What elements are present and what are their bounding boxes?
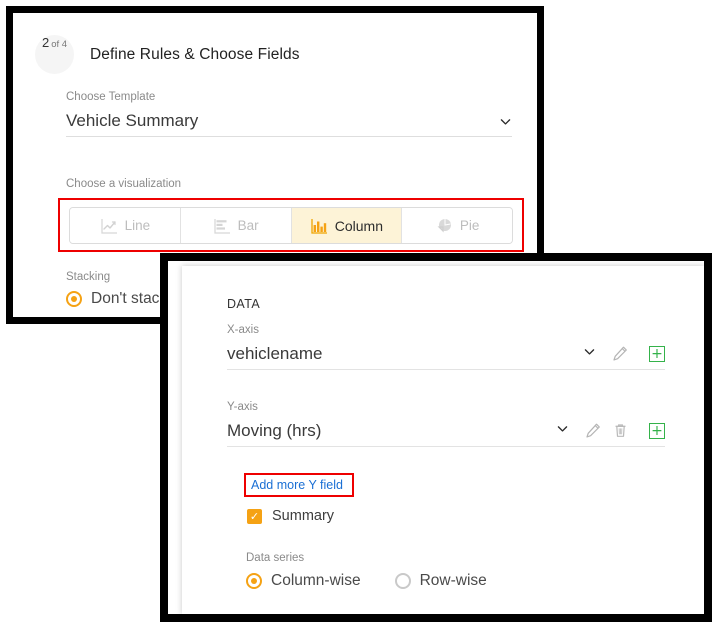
viz-option-pie[interactable]: Pie (402, 208, 512, 243)
add-more-y-field-highlight: Add more Y field (244, 473, 354, 497)
chevron-down-icon (499, 115, 512, 128)
viz-option-bar-label: Bar (237, 218, 259, 233)
stacking-group: Stacking Don't stack (66, 271, 167, 308)
step-badge: 2 of 4 (35, 35, 74, 74)
data-series-option-row-wise[interactable]: Row-wise (394, 572, 487, 590)
step-number: 2 (41, 35, 50, 50)
pencil-edit-icon[interactable] (585, 422, 602, 439)
radio-icon-dont-stack[interactable] (66, 291, 82, 307)
stacking-option-dont-stack[interactable]: Don't stack (66, 290, 167, 308)
viz-option-column-label: Column (334, 217, 383, 234)
plus-add-icon[interactable]: + (649, 423, 665, 439)
plus-add-icon[interactable]: + (649, 346, 665, 362)
data-panel-card: DATA X-axis vehiclename + Y-axis Moving … (182, 266, 704, 614)
step-total: of 4 (51, 39, 68, 50)
viz-option-column[interactable]: Column (291, 208, 403, 243)
choose-visualization-group: Choose a visualization (66, 178, 516, 190)
viz-option-bar[interactable]: Bar (180, 208, 292, 243)
page-title: Define Rules & Choose Fields (90, 45, 300, 63)
choose-visualization-label: Choose a visualization (66, 178, 182, 190)
chevron-down-icon[interactable] (583, 345, 596, 362)
data-series-radio-group: Column-wise Row-wise (246, 572, 487, 590)
data-series-option-column-wise[interactable]: Column-wise (246, 572, 361, 590)
y-axis-group: Y-axis Moving (hrs) + (227, 401, 665, 447)
data-panel: DATA X-axis vehiclename + Y-axis Moving … (160, 253, 712, 622)
data-series-label: Data series (246, 552, 305, 564)
choose-template-label: Choose Template (66, 91, 156, 103)
add-more-y-field-link[interactable]: Add more Y field (251, 478, 343, 492)
line-chart-icon (100, 217, 118, 235)
choose-template-group: Choose Template Vehicle Summary (66, 91, 512, 137)
x-axis-row[interactable]: vehiclename + (227, 344, 665, 370)
pie-chart-icon (435, 217, 453, 235)
data-section-heading: DATA (227, 297, 261, 311)
stacking-label: Stacking (66, 271, 111, 283)
x-axis-value: vehiclename (227, 344, 323, 363)
y-axis-row[interactable]: Moving (hrs) + (227, 421, 665, 447)
visualization-toggle-group[interactable]: Line Bar Column Pie (69, 207, 513, 244)
data-series-group: Data series Column-wise Row-wise (246, 552, 487, 590)
x-axis-label: X-axis (227, 324, 259, 336)
radio-icon-row-wise[interactable] (394, 573, 411, 589)
bar-chart-icon (213, 217, 231, 235)
chevron-down-icon[interactable] (556, 422, 569, 439)
summary-checkbox-label: Summary (272, 508, 335, 524)
trash-delete-icon[interactable] (612, 422, 629, 439)
summary-checkbox-row[interactable]: ✓ Summary (247, 508, 334, 524)
y-axis-value: Moving (hrs) (227, 421, 322, 440)
viz-option-pie-label: Pie (459, 218, 480, 233)
data-series-option-column-wise-label: Column-wise (271, 572, 361, 589)
stacking-option-dont-stack-label: Don't stack (91, 290, 168, 307)
column-chart-icon (310, 217, 328, 235)
summary-checkbox[interactable]: ✓ (247, 508, 262, 524)
viz-option-line-label: Line (124, 218, 151, 233)
x-axis-group: X-axis vehiclename + (227, 324, 665, 370)
choose-template-select[interactable]: Vehicle Summary (66, 111, 512, 137)
viz-option-line[interactable]: Line (70, 208, 181, 243)
pencil-edit-icon[interactable] (612, 345, 629, 362)
y-axis-label: Y-axis (227, 401, 258, 413)
choose-template-value: Vehicle Summary (66, 111, 199, 130)
radio-icon-column-wise[interactable] (246, 573, 262, 589)
step-header: 2 of 4 Define Rules & Choose Fields (35, 35, 300, 74)
data-series-option-row-wise-label: Row-wise (419, 572, 487, 589)
